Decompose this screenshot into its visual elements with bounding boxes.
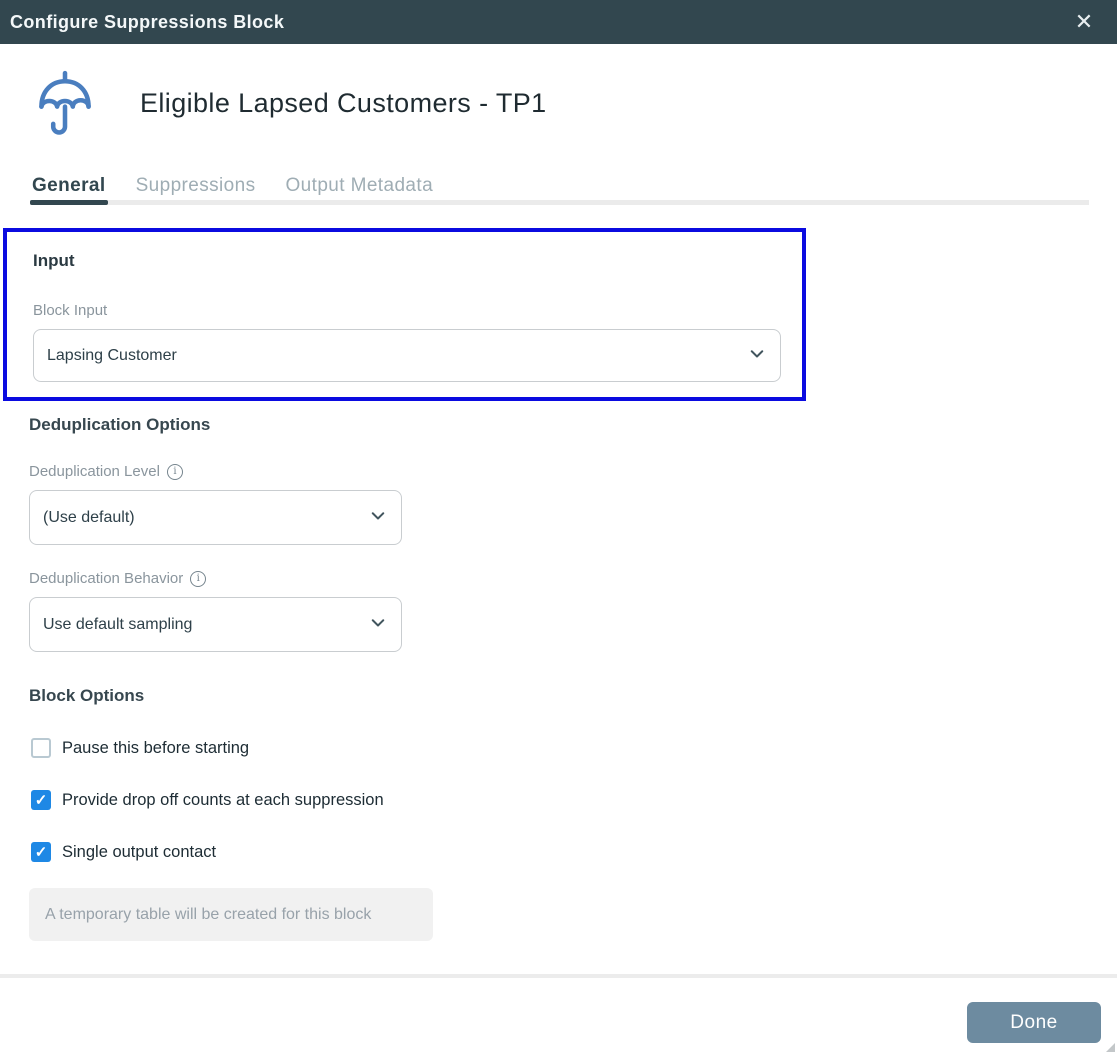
checkbox-checked-icon[interactable] (31, 842, 51, 862)
tab-suppressions[interactable]: Suppressions (134, 160, 258, 205)
chevron-down-icon (369, 506, 387, 529)
checkbox-pause-before-starting[interactable]: Pause this before starting (31, 738, 1117, 758)
block-input-value: Lapsing Customer (47, 347, 177, 365)
umbrella-icon (36, 67, 94, 139)
done-button[interactable]: Done (967, 1002, 1101, 1043)
chevron-down-icon (369, 613, 387, 636)
tab-track (30, 200, 1089, 205)
resize-grip-icon[interactable] (1106, 1043, 1115, 1052)
dedup-level-select[interactable]: (Use default) (29, 490, 402, 545)
modal-header: Configure Suppressions Block ✕ (0, 0, 1117, 44)
dedup-behavior-label: Deduplication Behavior (29, 570, 1117, 587)
dedup-options-heading: Deduplication Options (29, 415, 1117, 435)
tab-bar: General Suppressions Output Metadata (0, 160, 1117, 205)
tab-suppressions-label: Suppressions (136, 175, 256, 197)
info-icon[interactable] (190, 571, 206, 587)
block-options-heading: Block Options (29, 686, 1117, 706)
checkbox-drop-off-counts[interactable]: Provide drop off counts at each suppress… (31, 790, 1117, 810)
footer: Done (0, 978, 1117, 1043)
checkbox-label: Pause this before starting (62, 739, 249, 758)
dedup-behavior-label-text: Deduplication Behavior (29, 570, 183, 587)
checkbox-checked-icon[interactable] (31, 790, 51, 810)
checkbox-label: Single output contact (62, 843, 216, 862)
checkbox-unchecked-icon[interactable] (31, 738, 51, 758)
dedup-level-value: (Use default) (43, 509, 135, 527)
tab-output-metadata[interactable]: Output Metadata (284, 160, 436, 205)
dedup-level-label-text: Deduplication Level (29, 463, 160, 480)
block-input-select[interactable]: Lapsing Customer (33, 329, 781, 382)
block-title-row: Eligible Lapsed Customers - TP1 (0, 44, 1117, 160)
close-icon[interactable]: ✕ (1067, 0, 1101, 44)
dedup-behavior-select[interactable]: Use default sampling (29, 597, 402, 652)
input-section-highlight: Input Block Input Lapsing Customer (3, 228, 806, 401)
tab-output-metadata-label: Output Metadata (286, 175, 434, 197)
tab-general[interactable]: General (30, 160, 108, 205)
dedup-level-label: Deduplication Level (29, 463, 1117, 480)
general-tab-content: Input Block Input Lapsing Customer Dedup… (0, 228, 1117, 941)
chevron-down-icon (748, 344, 766, 367)
info-icon[interactable] (167, 464, 183, 480)
dedup-behavior-value: Use default sampling (43, 616, 192, 634)
input-section-heading: Input (33, 251, 776, 271)
checkbox-label: Provide drop off counts at each suppress… (62, 791, 384, 810)
block-input-label: Block Input (33, 302, 776, 319)
tab-general-label: General (32, 175, 106, 197)
checkbox-single-output-contact[interactable]: Single output contact (31, 842, 1117, 862)
page-title: Eligible Lapsed Customers - TP1 (140, 88, 547, 119)
temporary-table-note: A temporary table will be created for th… (29, 888, 433, 941)
modal-title: Configure Suppressions Block (10, 12, 284, 33)
